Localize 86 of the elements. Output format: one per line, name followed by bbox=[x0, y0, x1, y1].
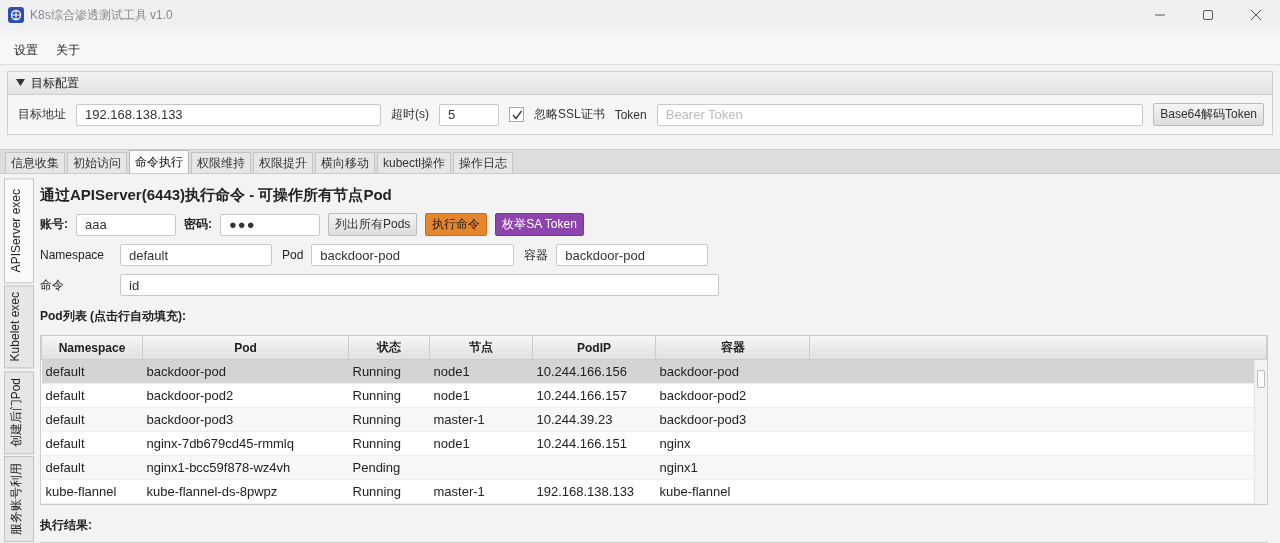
field-label: Pod bbox=[282, 248, 304, 262]
table-row[interactable]: default backdoor-pod3 Running master-1 10.244.39.23 backdoor-pod3 bbox=[41, 407, 1267, 432]
tab[interactable]: 权限提升 bbox=[253, 152, 313, 173]
table-cell: backdoor-pod3 bbox=[655, 407, 810, 432]
menu-item[interactable]: 设置 bbox=[14, 41, 38, 59]
table-cell: 10.244.166.156 bbox=[532, 359, 656, 384]
column-header[interactable]: Pod bbox=[142, 336, 349, 360]
panel-header[interactable]: 目标配置 bbox=[8, 72, 1272, 95]
field-label: Namespace bbox=[40, 248, 106, 262]
table-cell: backdoor-pod bbox=[142, 359, 349, 384]
field-label: Token bbox=[614, 107, 647, 122]
action-button[interactable]: 枚举SA Token bbox=[495, 213, 584, 236]
side-tab[interactable]: Kubelet exec bbox=[4, 285, 34, 369]
table-row[interactable]: default nginx1-bcc59f878-wz4vh Pending nginx1 bbox=[41, 455, 1267, 480]
table-cell: nginx bbox=[655, 431, 810, 456]
tab[interactable]: 初始访问 bbox=[67, 152, 127, 173]
action-button[interactable]: 列出所有Pods bbox=[328, 213, 418, 236]
token-field[interactable]: Bearer Token bbox=[656, 103, 1144, 126]
table-cell: node1 bbox=[429, 359, 533, 384]
table-row[interactable]: default nginx-7db679cd45-rmmlq Running node1 10.244.166.151 nginx bbox=[41, 431, 1267, 456]
table-cell: backdoor-pod2 bbox=[142, 383, 349, 408]
checkbox-label: 忽略SSL证书 bbox=[534, 106, 605, 123]
window-title: K8s综合渗透测试工具 v1.0 bbox=[30, 6, 173, 24]
field-label: 容器 bbox=[524, 246, 549, 264]
table-cell: nginx-7db679cd45-rmmlq bbox=[142, 431, 349, 456]
target-field[interactable]: 192.168.138.133 bbox=[76, 103, 381, 126]
action-button[interactable]: 执行命令 bbox=[425, 213, 488, 236]
table-cell: node1 bbox=[429, 383, 533, 408]
table-cell: 10.244.39.23 bbox=[532, 407, 656, 432]
table-row[interactable]: default backdoor-pod Running node1 10.244.166.156 backdoor-pod bbox=[41, 359, 1267, 384]
scrollbar[interactable] bbox=[1254, 360, 1267, 504]
table-cell: master-1 bbox=[429, 407, 533, 432]
side-tab[interactable]: 服务账号利用 bbox=[4, 456, 34, 543]
table-cell: backdoor-pod2 bbox=[655, 383, 810, 408]
table-cell: 10.244.166.151 bbox=[532, 431, 656, 456]
menu-item[interactable]: 关于 bbox=[56, 41, 80, 59]
side-tab[interactable]: APIServer exec bbox=[4, 178, 34, 284]
result-label: 执行结果: bbox=[40, 517, 93, 534]
side-tab[interactable]: 创建后门Pod bbox=[4, 370, 34, 455]
field-label: 命令 bbox=[40, 276, 65, 294]
table-cell: kube-flannel bbox=[41, 479, 143, 504]
text-field[interactable]: backdoor-pod bbox=[556, 244, 709, 266]
table-cell: default bbox=[41, 383, 143, 408]
table-cell: backdoor-pod3 bbox=[142, 407, 349, 432]
column-header[interactable]: Namespace bbox=[41, 336, 143, 360]
column-header[interactable]: PodIP bbox=[532, 336, 656, 360]
tab[interactable]: 操作日志 bbox=[453, 152, 514, 173]
field-label: 目标地址 bbox=[18, 106, 66, 123]
table-cell: kube-flannel-ds-8pwpz bbox=[142, 479, 349, 504]
table-row[interactable]: kube-flannel kube-flannel-ds-8pwpz Running master-1 192.168.138.133 kube-flannel bbox=[41, 479, 1267, 504]
text-field[interactable]: backdoor-pod bbox=[311, 244, 515, 266]
table-cell: master-1 bbox=[429, 479, 533, 504]
timeout-field[interactable]: 5 bbox=[439, 103, 499, 126]
decode-button[interactable]: Base64解码Token bbox=[1153, 103, 1264, 126]
field-label: 超时(s) bbox=[391, 106, 429, 123]
table-cell: node1 bbox=[429, 431, 533, 456]
table-cell: nginx1 bbox=[655, 455, 810, 480]
table-cell: 192.168.138.133 bbox=[532, 479, 656, 504]
table-cell: default bbox=[41, 455, 143, 480]
tab[interactable]: kubectl操作 bbox=[377, 152, 452, 173]
table-cell: kube-flannel bbox=[655, 479, 810, 504]
command-field[interactable]: id bbox=[120, 274, 719, 296]
section-heading: 通过APIServer(6443)执行命令 - 可操作所有节点Pod bbox=[40, 186, 393, 205]
password-field[interactable]: ●●● bbox=[220, 213, 320, 236]
tab[interactable]: 横向移动 bbox=[315, 152, 375, 173]
table-cell: backdoor-pod bbox=[655, 359, 810, 384]
tab[interactable]: 信息收集 bbox=[5, 152, 65, 173]
tab[interactable]: 命令执行 bbox=[129, 150, 189, 173]
table-row[interactable]: default backdoor-pod2 Running node1 10.244.166.157 backdoor-pod2 bbox=[41, 383, 1267, 408]
table-cell: default bbox=[41, 359, 143, 384]
column-header[interactable]: 节点 bbox=[429, 336, 533, 360]
column-header[interactable]: 状态 bbox=[348, 336, 430, 360]
table-cell: default bbox=[41, 431, 143, 456]
table-cell: nginx1-bcc59f878-wz4vh bbox=[142, 455, 349, 480]
checkbox[interactable] bbox=[509, 107, 524, 122]
column-header[interactable]: 容器 bbox=[655, 336, 810, 360]
field-label: 账号: bbox=[40, 216, 68, 233]
table-cell: 10.244.166.157 bbox=[532, 383, 656, 408]
account-field[interactable]: aaa bbox=[76, 213, 176, 236]
table-cell: default bbox=[41, 407, 143, 432]
field-label: 密码: bbox=[184, 216, 212, 233]
table-label: Pod列表 (点击行自动填充): bbox=[40, 308, 187, 325]
tab[interactable]: 权限维持 bbox=[191, 152, 251, 173]
text-field[interactable]: default bbox=[120, 244, 272, 266]
app-icon bbox=[8, 7, 24, 23]
panel-title: 目标配置 bbox=[31, 74, 79, 92]
